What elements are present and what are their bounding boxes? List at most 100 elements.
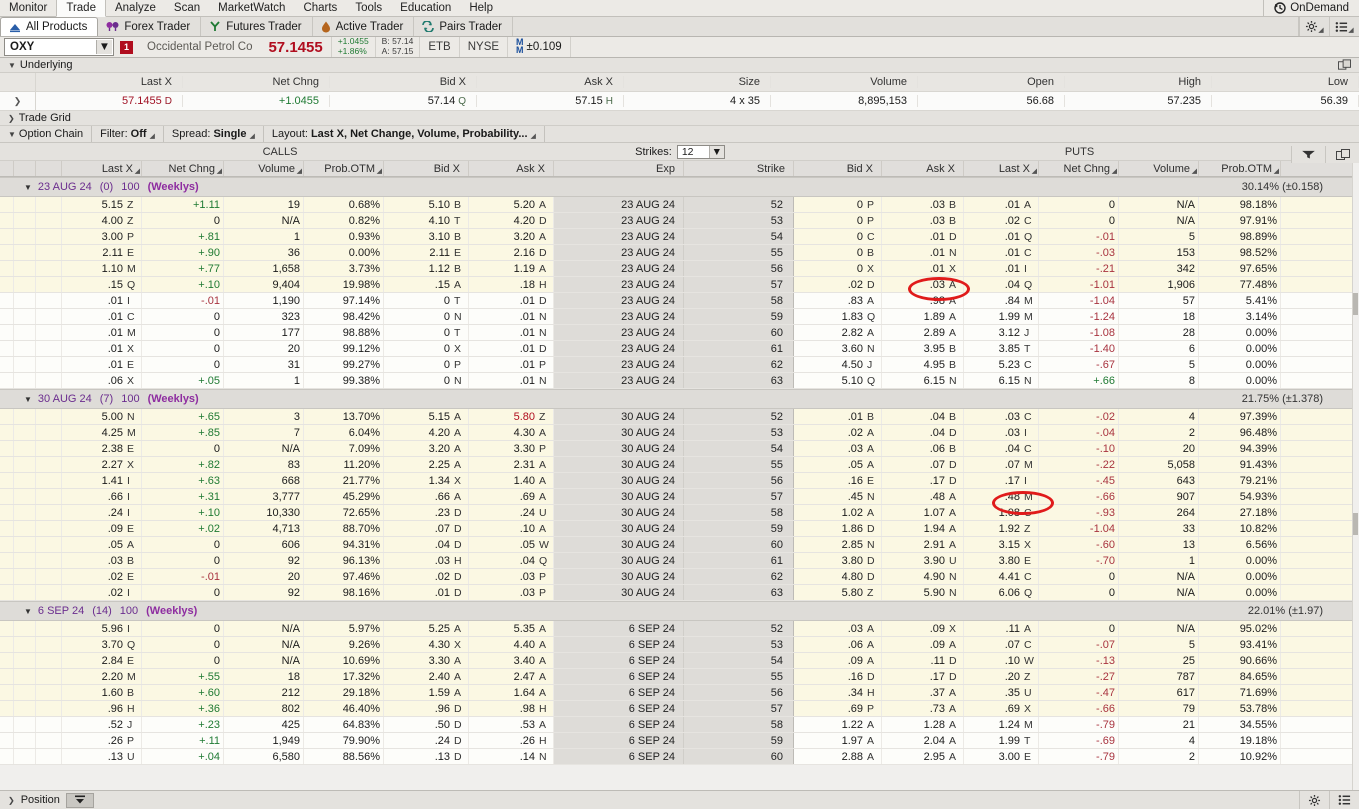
row-gutter-g2[interactable] xyxy=(14,505,36,520)
row-trailing[interactable] xyxy=(1281,373,1359,388)
row-gutter-g2[interactable] xyxy=(14,653,36,668)
option-chain-row[interactable]: 2.27 X +.82 83 11.20% 2.25 A 2.31 A 30 AUG 24 55.0… xyxy=(0,457,1359,473)
put-volume[interactable]: 21 xyxy=(1119,717,1199,732)
put-net-chng[interactable]: -.13 xyxy=(1039,653,1119,668)
put-ask-x[interactable]: .98 A xyxy=(882,293,964,308)
put-last-x[interactable]: .02 C xyxy=(964,213,1039,228)
call-bid-x[interactable]: 3.20 A xyxy=(384,441,469,456)
option-chain-row[interactable]: .01 E 0 31 99.27% 0 P .01 P 23 AUG 24 62 4.50 J 4.95 B… xyxy=(0,357,1359,373)
strike-value[interactable]: 53 xyxy=(684,213,794,228)
put-net-chng[interactable]: -.69 xyxy=(1039,733,1119,748)
filter-control[interactable]: Filter: Off ◢ xyxy=(92,126,164,142)
row-trailing[interactable] xyxy=(1281,621,1359,636)
call-bid-x[interactable]: .24 D xyxy=(384,733,469,748)
strikes-select[interactable]: 12 ▼ xyxy=(676,144,725,159)
call-prob-otm[interactable]: 98.16% xyxy=(304,585,384,600)
underlying-col-open[interactable]: Open xyxy=(918,76,1065,88)
put-ask-x[interactable]: 1.28 A xyxy=(882,717,964,732)
option-chain-title-segment[interactable]: ▼ Option Chain xyxy=(0,126,93,142)
expiration-group-header[interactable]: ▼ 23 AUG 24 (0) 100 (Weeklys) 30.14% (±0.158) xyxy=(0,177,1359,197)
put-bid-x[interactable]: 1.86 D xyxy=(794,521,882,536)
put-prob-otm[interactable]: 6.56% xyxy=(1199,537,1281,552)
option-chain-row[interactable]: 4.25 M +.85 7 6.04% 4.20 A 4.30 A 30 AUG 24 53.02 A… xyxy=(0,425,1359,441)
put-net-chng[interactable]: -1.01 xyxy=(1039,277,1119,292)
call-ask-x[interactable]: .01 N xyxy=(469,309,554,324)
call-ask-x[interactable]: .10 A xyxy=(469,521,554,536)
row-gutter-g1[interactable] xyxy=(0,373,14,388)
option-chain-row[interactable]: 5.00 N +.65 3 13.70% 5.15 A 5.80 Z 30 AUG 24 52.01… xyxy=(0,409,1359,425)
underlying-detach-button[interactable] xyxy=(1338,59,1359,71)
call-last-x[interactable]: 1.10 M xyxy=(62,261,142,276)
call-last-x[interactable]: 4.00 Z xyxy=(62,213,142,228)
option-chain-row[interactable]: .52 J +.23 425 64.83% .50 D .53 A 6 SEP 24 58 1.22 A… xyxy=(0,717,1359,733)
call-prob-otm[interactable]: 94.31% xyxy=(304,537,384,552)
call-ask-x[interactable]: .98 H xyxy=(469,701,554,716)
row-gutter-g3[interactable] xyxy=(36,441,62,456)
put-prob-otm[interactable]: 98.18% xyxy=(1199,197,1281,212)
strike-value[interactable]: 60 xyxy=(684,749,794,764)
put-last-x[interactable]: .01 A xyxy=(964,197,1039,212)
call-volume[interactable]: 323 xyxy=(224,309,304,324)
put-last-x[interactable]: 6.06 Q xyxy=(964,585,1039,600)
row-gutter-g1[interactable] xyxy=(0,293,14,308)
call-bid-x[interactable]: 0P xyxy=(384,357,469,372)
strike-value[interactable]: 55 xyxy=(684,669,794,684)
row-gutter-g3[interactable] xyxy=(36,701,62,716)
put-bid-x[interactable]: 0P xyxy=(794,197,882,212)
row-gutter-g3[interactable] xyxy=(36,341,62,356)
call-last-x[interactable]: 2.38 E xyxy=(62,441,142,456)
put-net-chng[interactable]: -.21 xyxy=(1039,261,1119,276)
call-last-x[interactable]: .52 J xyxy=(62,717,142,732)
put-prob-otm[interactable]: 0.00% xyxy=(1199,585,1281,600)
row-gutter-g2[interactable] xyxy=(14,213,36,228)
put-ask-x[interactable]: 5.90 N xyxy=(882,585,964,600)
row-trailing[interactable] xyxy=(1281,229,1359,244)
option-chain-row[interactable]: 2.11 E +.90 36 0.00% 2.11 E 2.16 D 23 AUG 24 55 0 B.… xyxy=(0,245,1359,261)
call-ask-x[interactable]: .69 A xyxy=(469,489,554,504)
put-prob-otm[interactable]: 79.21% xyxy=(1199,473,1281,488)
menu-item-tools[interactable]: Tools xyxy=(346,0,391,16)
menu-item-scan[interactable]: Scan xyxy=(165,0,209,16)
row-trailing[interactable] xyxy=(1281,505,1359,520)
put-prob-otm[interactable]: 0.00% xyxy=(1199,325,1281,340)
exp-value[interactable]: 23 AUG 24 xyxy=(554,229,684,244)
put-net-chng[interactable]: -.79 xyxy=(1039,749,1119,764)
put-net-chng[interactable]: -.01 xyxy=(1039,229,1119,244)
chain-scrollbar-thumb-secondary[interactable] xyxy=(1353,513,1358,535)
row-gutter-g1[interactable] xyxy=(0,309,14,324)
option-chain-row[interactable]: 1.10 M +.77 1,658 3.73% 1.12 B 1.19 A 23 AUG 24 56… xyxy=(0,261,1359,277)
exp-value[interactable]: 30 AUG 24 xyxy=(554,537,684,552)
row-gutter-g2[interactable] xyxy=(14,373,36,388)
row-gutter-g2[interactable] xyxy=(14,197,36,212)
call-prob-otm[interactable]: 21.77% xyxy=(304,473,384,488)
call-last-x[interactable]: .02 E xyxy=(62,569,142,584)
put-volume[interactable]: 342 xyxy=(1119,261,1199,276)
option-chain-row[interactable]: .01 X 0 20 99.12% 0 X .01 D 23 AUG 24 61 3.60 N 3.95 B… xyxy=(0,341,1359,357)
call-net-chng[interactable]: +.77 xyxy=(142,261,224,276)
row-gutter-g1[interactable] xyxy=(0,473,14,488)
row-gutter-g1[interactable] xyxy=(0,505,14,520)
put-ask-x[interactable]: .37 A xyxy=(882,685,964,700)
call-last-x[interactable]: .96 H xyxy=(62,701,142,716)
expiration-group-header[interactable]: ▼ 30 AUG 24 (7) 100 (Weeklys) 21.75% (±1.378) xyxy=(0,389,1359,409)
call-bid-x[interactable]: 1.12 B xyxy=(384,261,469,276)
call-volume[interactable]: 9,404 xyxy=(224,277,304,292)
call-last-x[interactable]: 2.11 E xyxy=(62,245,142,260)
row-trailing[interactable] xyxy=(1281,537,1359,552)
put-volume[interactable]: N/A xyxy=(1119,213,1199,228)
row-gutter-g3[interactable] xyxy=(36,293,62,308)
menu-item-education[interactable]: Education xyxy=(391,0,460,16)
call-volume[interactable]: 3,777 xyxy=(224,489,304,504)
col-call-bid-x[interactable]: Bid X xyxy=(384,161,469,176)
put-bid-x[interactable]: .03 A xyxy=(794,441,882,456)
row-trailing[interactable] xyxy=(1281,325,1359,340)
option-chain-row[interactable]: 5.96 I 0 N/A 5.97% 5.25 A 5.35 A 6 SEP 24 52.03 A .0… xyxy=(0,621,1359,637)
row-gutter-g1[interactable] xyxy=(0,357,14,372)
row-trailing[interactable] xyxy=(1281,277,1359,292)
put-volume[interactable]: 5,058 xyxy=(1119,457,1199,472)
call-ask-x[interactable]: 2.16 D xyxy=(469,245,554,260)
exp-value[interactable]: 23 AUG 24 xyxy=(554,373,684,388)
row-trailing[interactable] xyxy=(1281,457,1359,472)
put-bid-x[interactable]: 3.60 N xyxy=(794,341,882,356)
call-prob-otm[interactable]: 0.93% xyxy=(304,229,384,244)
